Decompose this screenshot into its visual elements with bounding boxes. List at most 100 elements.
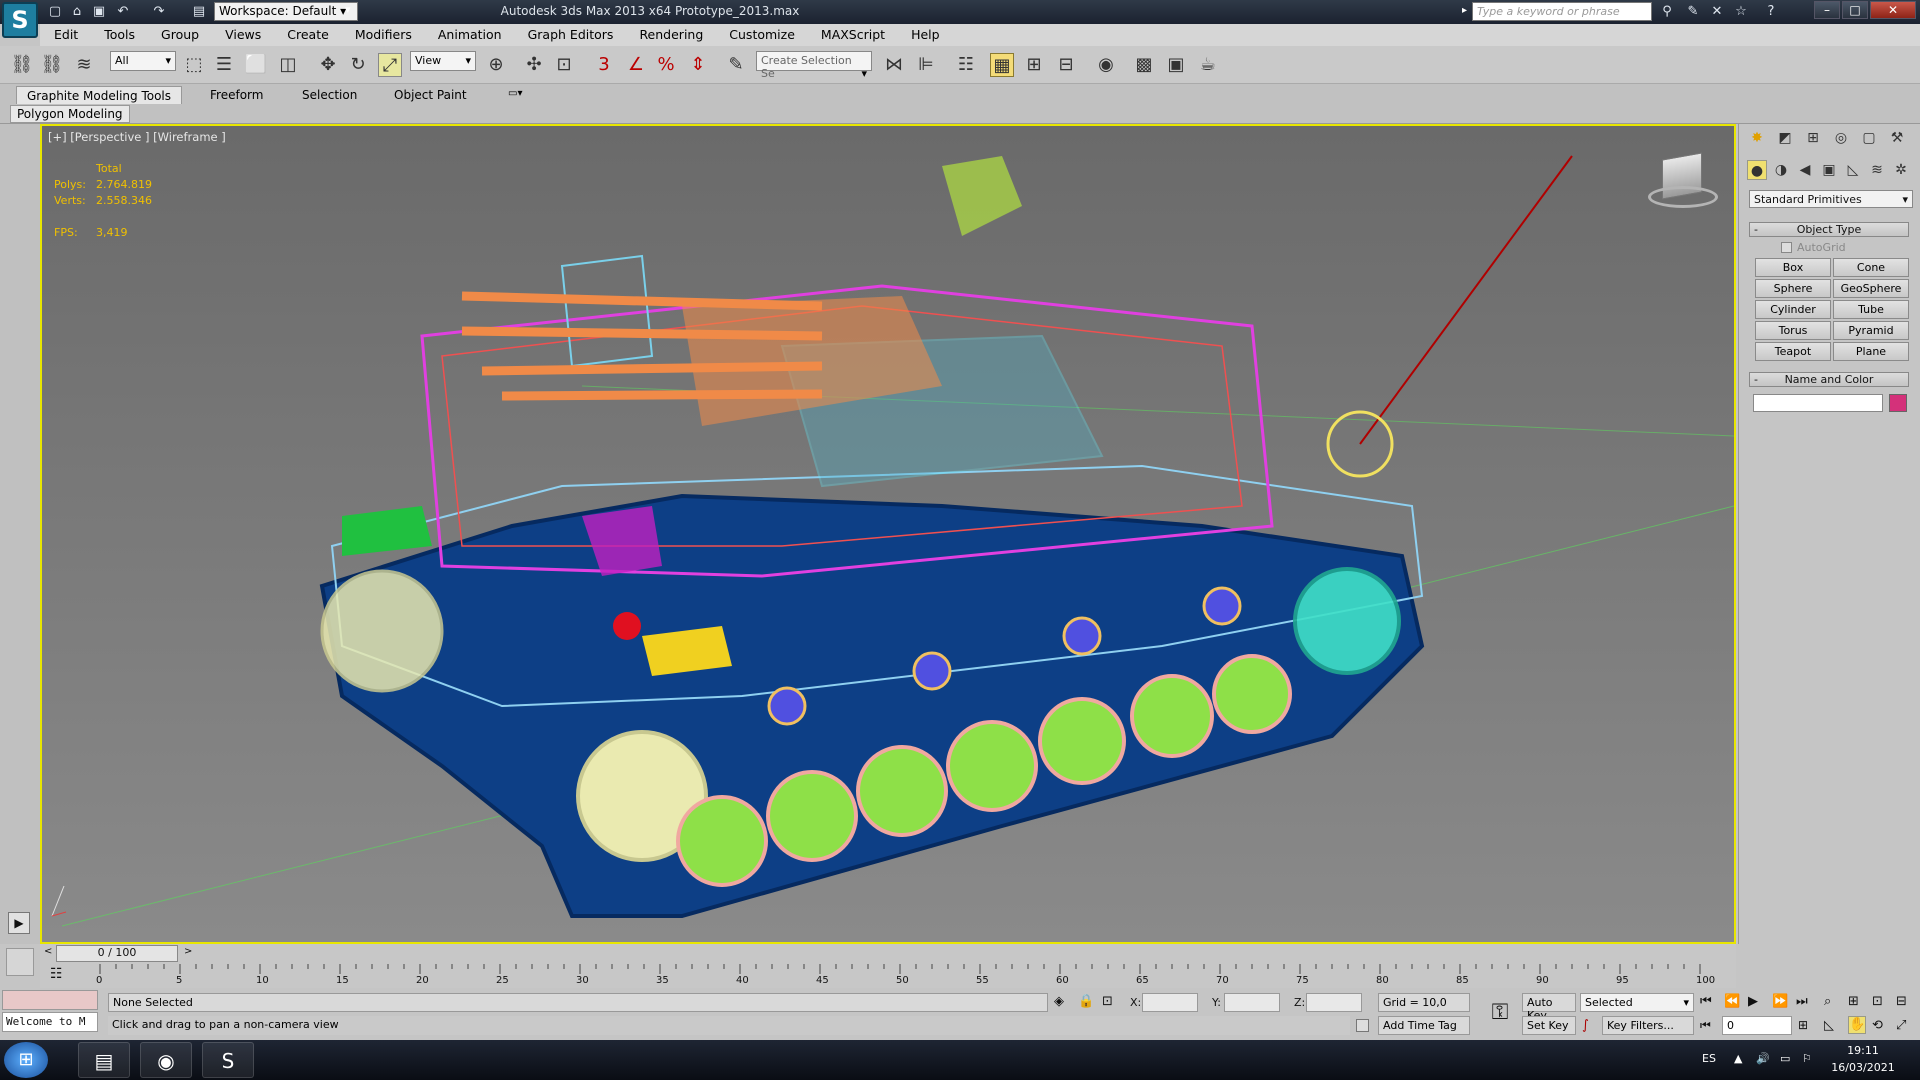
select-object-icon[interactable]: ⬚ xyxy=(182,53,206,77)
current-frame-input[interactable]: 0 xyxy=(1722,1016,1792,1035)
pyramid-button[interactable]: Pyramid xyxy=(1833,321,1909,340)
helpers-category-icon[interactable]: ◺ xyxy=(1843,160,1863,180)
edit-named-selection-icon[interactable]: ✎ xyxy=(724,53,748,77)
field-of-view-icon[interactable]: ◺ xyxy=(1824,1018,1834,1033)
lights-category-icon[interactable]: ◀ xyxy=(1795,160,1815,180)
plane-button[interactable]: Plane xyxy=(1833,342,1909,361)
angle-snap-icon[interactable]: ∠ xyxy=(624,53,648,77)
close-button[interactable]: ✕ xyxy=(1870,1,1916,19)
absolute-mode-icon[interactable]: ⊡ xyxy=(1102,994,1113,1009)
tray-expand-icon[interactable]: ▲ xyxy=(1734,1052,1742,1065)
select-and-link-icon[interactable]: ⛓ xyxy=(10,53,34,77)
y-coordinate-input[interactable] xyxy=(1224,993,1280,1012)
mini-curve-editor-icon[interactable] xyxy=(6,948,34,976)
file-explorer-taskbar-icon[interactable]: ▤ xyxy=(78,1042,130,1078)
add-time-tag-button[interactable]: Add Time Tag xyxy=(1378,1016,1470,1035)
isolate-selection-icon[interactable]: ◈ xyxy=(1054,994,1064,1009)
layer-manager-icon[interactable]: ☷ xyxy=(954,53,978,77)
scene-wireframe[interactable] xyxy=(42,126,1734,942)
cone-button[interactable]: Cone xyxy=(1833,258,1909,277)
menu-graph-editors[interactable]: Graph Editors xyxy=(528,24,626,42)
menu-tools[interactable]: Tools xyxy=(104,24,147,42)
sphere-button[interactable]: Sphere xyxy=(1755,279,1831,298)
set-key-button[interactable]: Set Key xyxy=(1522,1016,1576,1035)
hierarchy-tab-icon[interactable]: ⊞ xyxy=(1803,128,1823,148)
menu-rendering[interactable]: Rendering xyxy=(639,24,715,42)
menu-animation[interactable]: Animation xyxy=(438,24,514,42)
selection-filter-dropdown[interactable]: All ▾ xyxy=(110,51,176,71)
track-bar-menu-icon[interactable]: ☷ xyxy=(50,966,70,984)
play-icon[interactable]: ▶ xyxy=(1748,994,1758,1009)
pivot-center-icon[interactable]: ⊕ xyxy=(484,53,508,77)
box-button[interactable]: Box xyxy=(1755,258,1831,277)
utilities-tab-icon[interactable]: ⚒ xyxy=(1887,128,1907,148)
time-slider[interactable]: < 0 / 100 > xyxy=(40,944,1736,964)
name-and-color-rollout[interactable]: - Name and Color xyxy=(1749,372,1909,387)
cameras-category-icon[interactable]: ▣ xyxy=(1819,160,1839,180)
volume-icon[interactable]: 🔊 xyxy=(1756,1052,1770,1065)
menu-edit[interactable]: Edit xyxy=(54,24,90,42)
time-tag-icon[interactable] xyxy=(1356,1019,1369,1032)
display-tab-icon[interactable]: ▢ xyxy=(1859,128,1879,148)
network-icon[interactable]: ▭ xyxy=(1780,1052,1790,1065)
select-and-manipulate-icon[interactable]: ✣ xyxy=(522,53,546,77)
autogrid-checkbox[interactable] xyxy=(1781,242,1792,253)
time-slider-thumb[interactable]: 0 / 100 xyxy=(56,945,178,962)
menu-views[interactable]: Views xyxy=(225,24,273,42)
go-to-end-icon[interactable]: ⏭ xyxy=(1796,994,1808,1009)
subscription-icon[interactable]: ✎ xyxy=(1684,3,1702,21)
ribbon-options-dropdown-icon[interactable]: ▭▾ xyxy=(498,86,532,104)
tab-selection[interactable]: Selection xyxy=(292,86,367,104)
key-mode-toggle-icon[interactable]: ⏮ xyxy=(1700,1018,1711,1033)
render-setup-icon[interactable]: ▩ xyxy=(1132,53,1156,77)
object-type-rollout[interactable]: - Object Type xyxy=(1749,222,1909,237)
geometry-category-icon[interactable]: ● xyxy=(1747,160,1767,180)
tab-freeform[interactable]: Freeform xyxy=(200,86,273,104)
language-indicator[interactable]: ES xyxy=(1702,1052,1716,1065)
geosphere-button[interactable]: GeoSphere xyxy=(1833,279,1909,298)
favorites-icon[interactable]: ☆ xyxy=(1732,3,1750,21)
object-color-swatch[interactable] xyxy=(1889,394,1907,412)
spinner-snap-icon[interactable]: ⇕ xyxy=(686,53,710,77)
select-by-name-icon[interactable]: ☰ xyxy=(212,53,236,77)
systems-category-icon[interactable]: ✲ xyxy=(1891,160,1911,180)
menu-group[interactable]: Group xyxy=(161,24,211,42)
minimize-button[interactable]: – xyxy=(1814,1,1840,19)
firefox-taskbar-icon[interactable]: ◉ xyxy=(140,1042,192,1078)
viewcube-ring[interactable] xyxy=(1648,186,1718,208)
modify-tab-icon[interactable]: ◩ xyxy=(1775,128,1795,148)
menu-help[interactable]: Help xyxy=(911,24,952,42)
time-slider-next-icon[interactable]: > xyxy=(184,946,192,957)
menu-modifiers[interactable]: Modifiers xyxy=(355,24,424,42)
unlink-icon[interactable]: ⛓ xyxy=(40,53,64,77)
zoom-extents-icon[interactable]: ⊡ xyxy=(1872,994,1883,1009)
select-and-scale-icon[interactable]: ⤢ xyxy=(378,53,402,77)
menu-customize[interactable]: Customize xyxy=(729,24,807,42)
tab-graphite-modeling-tools[interactable]: Graphite Modeling Tools xyxy=(16,86,183,104)
zoom-extents-all-icon[interactable]: ⊟ xyxy=(1896,994,1907,1009)
maxscript-listener-pink[interactable] xyxy=(2,990,98,1010)
align-icon[interactable]: ⊫ xyxy=(914,53,938,77)
help-icon[interactable]: ? xyxy=(1762,3,1780,21)
named-selection-set-dropdown[interactable]: Create Selection Se ▾ xyxy=(756,51,872,80)
object-name-input[interactable] xyxy=(1753,394,1883,412)
auto-key-button[interactable]: Auto Key xyxy=(1522,993,1576,1022)
action-center-icon[interactable]: ⚐ xyxy=(1802,1052,1812,1065)
time-configuration-icon[interactable]: ⊞ xyxy=(1798,1018,1808,1032)
shapes-category-icon[interactable]: ◑ xyxy=(1771,160,1791,180)
binoculars-icon[interactable]: ⚲ xyxy=(1658,3,1676,21)
render-production-icon[interactable]: ☕ xyxy=(1196,53,1220,77)
teapot-button[interactable]: Teapot xyxy=(1755,342,1831,361)
set-key-icon[interactable]: ⚿ xyxy=(1484,1000,1516,1030)
curve-editor-icon[interactable]: ⊞ xyxy=(1022,53,1046,77)
rectangular-selection-icon[interactable]: ⬜ xyxy=(244,53,268,77)
previous-frame-icon[interactable]: ⏪ xyxy=(1724,994,1740,1009)
bind-space-warp-icon[interactable]: ≋ xyxy=(72,53,96,77)
search-expand-icon[interactable]: ▸ xyxy=(1462,5,1467,16)
app-logo-icon[interactable]: S xyxy=(2,2,38,38)
maximize-button[interactable]: □ xyxy=(1842,1,1868,19)
default-in-out-tangent-icon[interactable]: ∫ xyxy=(1582,1018,1589,1033)
zoom-all-icon[interactable]: ⊞ xyxy=(1848,994,1859,1009)
key-mode-dropdown[interactable]: Selected ▾ xyxy=(1580,993,1694,1012)
mirror-icon[interactable]: ⋈ xyxy=(882,53,906,77)
